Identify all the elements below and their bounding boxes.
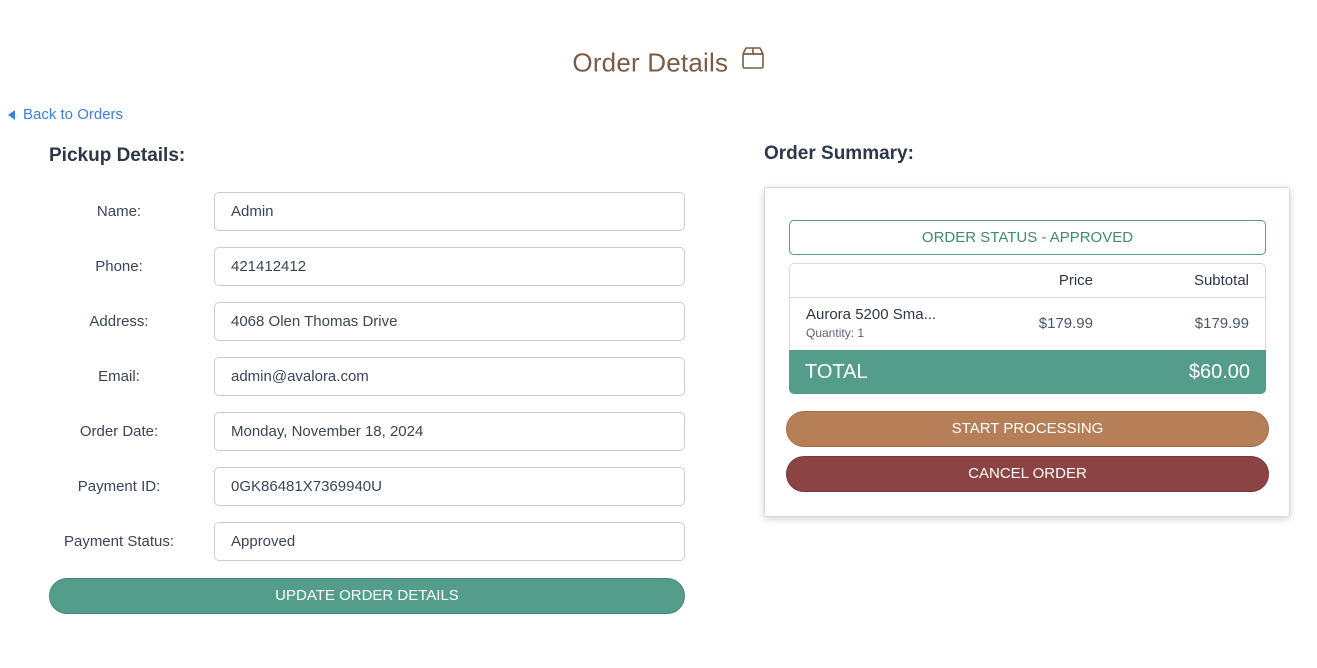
form-row-payment-id: Payment ID: [49,467,685,506]
start-processing-button[interactable]: START PROCESSING [786,411,1269,447]
update-order-details-button[interactable]: UPDATE ORDER DETAILS [49,578,685,614]
caret-left-icon [8,109,15,120]
order-summary-heading: Order Summary: [764,143,914,164]
item-name: Aurora 5200 Sma... [806,306,937,323]
page-title: Order Details [0,46,1317,80]
price-column-header: Price [1058,272,1093,289]
order-items-table: Price Subtotal Aurora 5200 Sma... Quanti… [789,263,1266,349]
order-date-label: Order Date: [79,423,159,440]
total-bar: TOTAL $60.00 [789,350,1266,394]
cancel-order-button[interactable]: CANCEL ORDER [786,456,1269,492]
name-field[interactable] [214,192,685,231]
payment-status-label: Payment Status: [63,533,175,550]
form-row-payment-status: Payment Status: [49,522,685,561]
back-to-orders-link[interactable]: Back to Orders [8,106,123,123]
form-row-phone: Phone: [49,247,685,286]
total-value: $60.00 [1188,361,1250,383]
total-label: TOTAL [805,361,868,383]
payment-status-field[interactable] [214,522,685,561]
order-date-field[interactable] [214,412,685,451]
phone-field[interactable] [214,247,685,286]
back-to-orders-label: Back to Orders [23,106,124,123]
table-row: Aurora 5200 Sma... Quantity: 1 $179.99 $… [790,298,1265,349]
pickup-details-heading: Pickup Details: [49,145,186,166]
form-row-name: Name: [49,192,685,231]
form-row-order-date: Order Date: [49,412,685,451]
subtotal-column-header: Subtotal [1193,272,1249,289]
address-label: Address: [89,313,149,330]
email-label: Email: [98,368,140,385]
phone-label: Phone: [95,258,143,275]
item-price: $179.99 [1038,315,1093,332]
form-row-address: Address: [49,302,685,341]
page-title-text: Order Details [572,47,729,78]
name-label: Name: [96,203,142,220]
email-field[interactable] [214,357,685,396]
item-quantity: Quantity: 1 [806,326,865,340]
item-subtotal: $179.99 [1194,315,1249,332]
address-field[interactable] [214,302,685,341]
payment-id-field[interactable] [214,467,685,506]
payment-id-label: Payment ID: [77,478,161,495]
box-icon [740,45,766,78]
table-header: Price Subtotal [790,264,1265,298]
order-summary-card: ORDER STATUS - APPROVED Price Subtotal A… [764,187,1290,517]
form-row-email: Email: [49,357,685,396]
order-status-badge: ORDER STATUS - APPROVED [789,220,1266,255]
